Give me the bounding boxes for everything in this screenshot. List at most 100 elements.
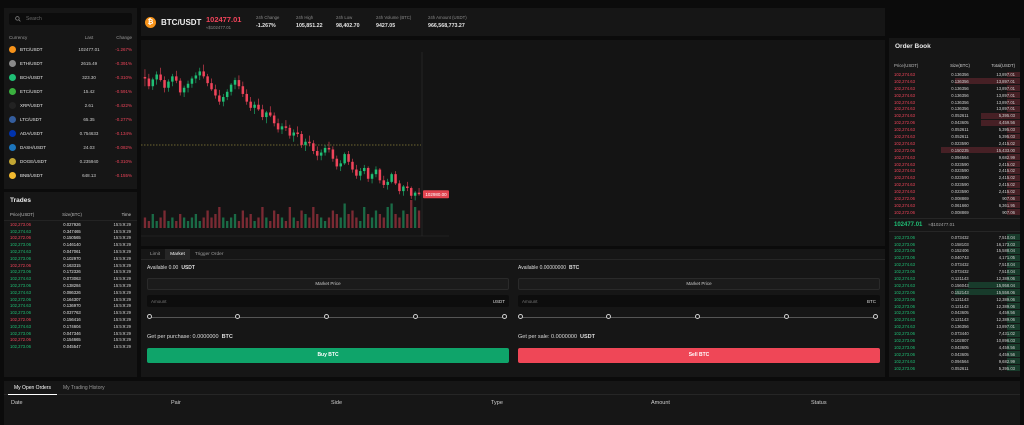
- bid-price: 102,273.06: [894, 234, 915, 240]
- ask-row[interactable]: 102,274.63 0.052611 5,395.03: [889, 112, 1020, 119]
- bid-row[interactable]: 102,273.06 0.043605 4,459.56: [889, 310, 1020, 317]
- bid-price: 102,273.06: [894, 365, 915, 371]
- pair-name[interactable]: BTC/USDT: [161, 18, 206, 27]
- buy-button[interactable]: Buy BTC: [147, 348, 509, 363]
- bid-row[interactable]: 102,274.63 0.121143 12,389.06: [889, 275, 1020, 282]
- volume-bar: [366, 214, 370, 228]
- ask-row[interactable]: 102,274.63 0.061660 6,361.95: [889, 202, 1020, 209]
- candle-body: [296, 132, 299, 135]
- ask-row[interactable]: 102,274.63 0.023590 2,415.02: [889, 167, 1020, 174]
- ask-row[interactable]: 102,274.63 0.023590 2,415.02: [889, 174, 1020, 181]
- bid-row[interactable]: 102,273.06 0.043605 4,459.56: [889, 351, 1020, 358]
- bid-row[interactable]: 102,273.06 0.073432 7,510.04: [889, 268, 1020, 275]
- ask-price: 102,272.06: [894, 147, 915, 153]
- bid-row[interactable]: 102,273.06 0.043605 4,459.56: [889, 344, 1020, 351]
- ask-row[interactable]: 102,274.63 0.136356 13,897.01: [889, 105, 1020, 112]
- market-row[interactable]: BNB/USDT 648.13 -0.155%: [4, 168, 137, 182]
- stat-label: 24h Amount (USDT): [428, 15, 467, 20]
- slider-stop-75[interactable]: [784, 314, 789, 319]
- slider-stop-100[interactable]: [502, 314, 507, 319]
- trade-price: 102,274.63: [10, 289, 31, 295]
- sell-button[interactable]: Sell BTC: [518, 348, 880, 363]
- candle-body: [284, 126, 288, 128]
- slider-stop-25[interactable]: [606, 314, 611, 319]
- slider-stop-0[interactable]: [147, 314, 152, 319]
- slider-stop-0[interactable]: [518, 314, 523, 319]
- market-row[interactable]: DASH/USDT 24.03 -0.082%: [4, 140, 137, 154]
- tab-market[interactable]: Market: [165, 248, 190, 260]
- candlestick-chart[interactable]: 102980.00: [141, 40, 885, 246]
- sell-amount-slider[interactable]: [518, 312, 880, 322]
- bid-price: 102,273.06: [894, 241, 915, 247]
- trade-time: 15:5:9:29: [113, 296, 131, 302]
- trade-price: 102,273.06: [10, 255, 31, 261]
- tab-my-trading-history[interactable]: My Trading History: [57, 381, 111, 395]
- bid-row[interactable]: 102,274.63 0.094564 9,682.99: [889, 358, 1020, 365]
- search-input[interactable]: [26, 16, 126, 22]
- tab-trigger-order[interactable]: Trigger Order: [190, 249, 229, 260]
- market-row[interactable]: ETC/USDT 15.42 -0.591%: [4, 84, 137, 98]
- slider-stop-100[interactable]: [873, 314, 878, 319]
- ask-row[interactable]: 102,274.63 0.136356 13,897.01: [889, 78, 1020, 85]
- bid-row[interactable]: 102,273.06 0.040743 4,171.05: [889, 254, 1020, 261]
- candle-body: [417, 192, 421, 195]
- ask-row[interactable]: 102,272.06 0.150235 15,433.00: [889, 147, 1020, 154]
- bid-row[interactable]: 102,273.06 0.121143 12,389.06: [889, 303, 1020, 310]
- sell-amount-input[interactable]: Amount BTC: [518, 295, 880, 307]
- bid-row[interactable]: 102,274.63 0.121143 12,389.06: [889, 316, 1020, 323]
- market-row[interactable]: ETH/USDT 2615.49 -0.391%: [4, 56, 137, 70]
- market-row[interactable]: BTC/USDT 102477.01 -1.267%: [4, 42, 137, 56]
- slider-stop-50[interactable]: [695, 314, 700, 319]
- price-chart[interactable]: 102980.00: [141, 40, 885, 246]
- bid-row[interactable]: 102,274.63 0.156043 15,958.04: [889, 282, 1020, 289]
- bid-row[interactable]: 102,273.06 0.052611 5,395.03: [889, 365, 1020, 372]
- market-search[interactable]: [9, 13, 132, 25]
- market-last: 0.235940: [79, 158, 99, 164]
- tab-my-open-orders[interactable]: My Open Orders: [8, 381, 57, 395]
- bid-total: 12,389.06: [996, 303, 1015, 309]
- ask-row[interactable]: 102,274.63 0.052611 5,395.03: [889, 133, 1020, 140]
- candle-body: [394, 174, 397, 184]
- ask-row[interactable]: 102,274.63 0.136356 13,897.01: [889, 99, 1020, 106]
- ask-total: 2,415.02: [998, 161, 1015, 167]
- market-row[interactable]: XRP/USDT 2.61 -0.422%: [4, 98, 137, 112]
- ask-row[interactable]: 102,274.63 0.023590 2,415.02: [889, 181, 1020, 188]
- buy-amount-slider[interactable]: [147, 312, 509, 322]
- bid-row[interactable]: 102,273.06 0.073440 7,431.02: [889, 330, 1020, 337]
- bid-row[interactable]: 102,272.06 0.152143 15,558.06: [889, 289, 1020, 296]
- volume-bar: [249, 214, 252, 228]
- trade-size: 0.047061: [63, 249, 81, 255]
- market-row[interactable]: DOGE/USDT 0.235940 -0.310%: [4, 154, 137, 168]
- ask-row[interactable]: 102,274.63 0.023590 2,415.02: [889, 188, 1020, 195]
- slider-stop-50[interactable]: [324, 314, 329, 319]
- bid-row[interactable]: 102,273.06 0.121143 12,389.06: [889, 296, 1020, 303]
- ask-row[interactable]: 102,274.63 0.023590 2,415.02: [889, 161, 1020, 168]
- market-row[interactable]: ADA/USDT 0.754633 -0.134%: [4, 126, 137, 140]
- ask-row[interactable]: 102,272.06 0.043605 4,459.56: [889, 119, 1020, 126]
- bid-row[interactable]: 102,274.63 0.136356 13,897.01: [889, 323, 1020, 330]
- bid-row[interactable]: 102,274.63 0.073432 7,510.04: [889, 261, 1020, 268]
- slider-stop-25[interactable]: [235, 314, 240, 319]
- bid-row[interactable]: 102,273.06 0.158103 16,173.03: [889, 241, 1020, 248]
- ask-row[interactable]: 102,272.06 0.008869 907.06: [889, 209, 1020, 216]
- bid-row[interactable]: 102,273.06 0.073432 7,510.04: [889, 234, 1020, 241]
- market-row[interactable]: LTC/USDT 65.35 -0.277%: [4, 112, 137, 126]
- slider-stop-75[interactable]: [413, 314, 418, 319]
- bid-row[interactable]: 102,273.06 0.102807 10,896.03: [889, 337, 1020, 344]
- ask-row[interactable]: 102,274.63 0.136356 13,897.01: [889, 92, 1020, 99]
- ask-row[interactable]: 102,274.63 0.136356 13,897.01: [889, 85, 1020, 92]
- volume-bar: [296, 221, 299, 228]
- ask-row[interactable]: 102,274.63 0.136356 13,897.01: [889, 71, 1020, 78]
- ask-row[interactable]: 102,272.06 0.008869 907.06: [889, 195, 1020, 202]
- bid-row[interactable]: 102,273.06 0.152406 15,588.04: [889, 247, 1020, 254]
- trade-row: 102,274.63 0.136970 15:5:9:29: [4, 303, 137, 310]
- buy-amount-input[interactable]: Amount USDT: [147, 295, 509, 307]
- ask-row[interactable]: 102,274.63 0.023590 2,415.02: [889, 140, 1020, 147]
- candle-body: [178, 80, 182, 93]
- volume-bar: [410, 200, 413, 228]
- ask-row[interactable]: 102,274.63 0.094564 9,682.99: [889, 154, 1020, 161]
- tab-limit[interactable]: Limit: [145, 249, 165, 260]
- market-row[interactable]: BCH/USDT 323.30 -0.310%: [4, 70, 137, 84]
- candle-body: [308, 141, 311, 144]
- ask-row[interactable]: 102,274.63 0.052611 5,395.03: [889, 126, 1020, 133]
